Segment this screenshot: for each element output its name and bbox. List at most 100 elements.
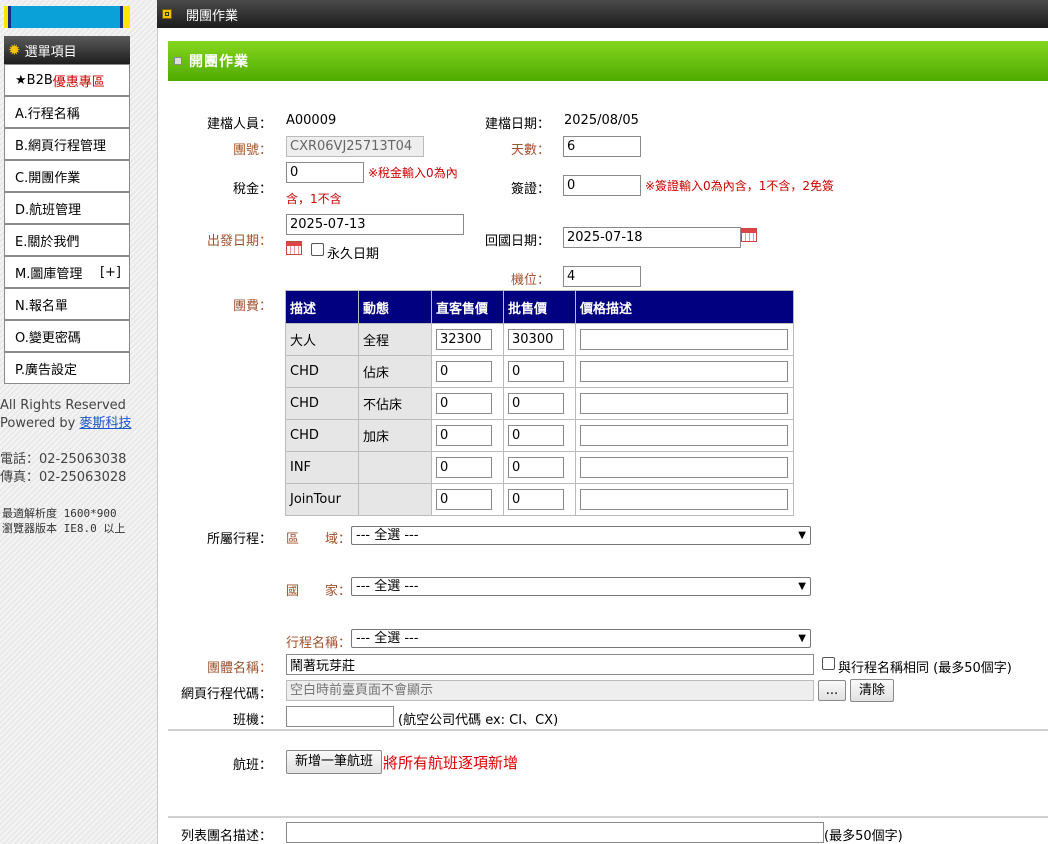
sidebar-item-web-itinerary[interactable]: B.網頁行程管理 (4, 128, 130, 160)
region-select[interactable]: --- 全選 --- ▼ (351, 526, 811, 545)
row-desc: 大人 (290, 334, 317, 349)
row-desc: JoinTour (290, 492, 341, 507)
calendar-icon[interactable] (741, 228, 757, 242)
wholesale-price-field[interactable] (508, 361, 564, 382)
top-bar: 開團作業 (157, 0, 1048, 28)
sidebar-item-label: M.圖庫管理 (15, 266, 83, 282)
column-header: 價格描述 (575, 290, 794, 324)
sidebar-item-label: ★B2B (15, 72, 53, 88)
tax-field[interactable] (286, 162, 364, 183)
table-row: CHD 加床 (285, 419, 794, 452)
creator-label: 建檔人員： (206, 117, 272, 132)
square-icon (162, 9, 172, 19)
wholesale-price-field[interactable] (508, 489, 564, 510)
price-note-field[interactable] (580, 489, 788, 510)
trip-name-select[interactable]: --- 全選 --- ▼ (351, 629, 811, 648)
retail-price-field[interactable] (436, 457, 492, 478)
create-date-value: 2025/08/05 (564, 113, 639, 128)
system-requirements: 最適解析度 1600*900 瀏覽器版本 IE8.0 以上 (2, 506, 125, 536)
add-flight-button[interactable]: 新增一筆航班 (286, 750, 382, 774)
sidebar-item-label: O.變更密碼 (15, 330, 81, 346)
column-header: 批售價 (503, 290, 576, 324)
sidebar-item-label: E.關於我們 (15, 234, 80, 250)
menu-list: ★B2B 優惠專區 A.行程名稱 B.網頁行程管理 C.開團作業 D.航班管理 E… (4, 64, 130, 384)
country-select[interactable]: --- 全選 --- ▼ (351, 577, 811, 596)
return-date-label: 回國日期： (484, 234, 550, 249)
wholesale-price-field[interactable] (508, 425, 564, 446)
sidebar-item-password[interactable]: O.變更密碼 (4, 320, 130, 352)
visa-field[interactable] (563, 175, 641, 196)
sidebar-item-itinerary[interactable]: A.行程名稱 (4, 96, 130, 128)
sidebar-item-label: P.廣告設定 (15, 362, 77, 378)
price-note-field[interactable] (580, 425, 788, 446)
sidebar-item-highlight: 優惠專區 (52, 74, 105, 90)
clear-button[interactable]: 清除 (850, 679, 894, 702)
footer-info: All Rights Reserved Powered by 麥斯科技 電話：0… (0, 397, 132, 487)
sidebar-item-open-group[interactable]: C.開團作業 (4, 160, 130, 192)
group-no-field (286, 136, 424, 157)
tax-note-line2: 含，1不含 (286, 192, 342, 206)
tax-note-line1: ※稅金輸入0為內 (368, 166, 458, 180)
gear-icon: ✹ (8, 41, 21, 59)
visa-label: 簽證： (510, 182, 550, 197)
fee-label: 團費： (232, 299, 272, 314)
expand-toggle[interactable]: [+] (100, 265, 121, 280)
list-desc-note: (最多50個字) (824, 829, 903, 844)
row-desc: INF (290, 460, 312, 475)
top-bar-title: 開團作業 (186, 8, 239, 24)
sidebar-item-registrations[interactable]: N.報名單 (4, 288, 130, 320)
seats-field[interactable] (563, 266, 641, 287)
column-header: 直客售價 (431, 290, 504, 324)
browser-text: 瀏覽器版本 IE8.0 以上 (2, 522, 126, 535)
retail-price-field[interactable] (436, 489, 492, 510)
list-desc-field[interactable] (286, 822, 824, 843)
menu-title: 選單項目 (24, 44, 77, 60)
visa-note: ※簽證輸入0為內含，1不含，2免簽 (645, 179, 834, 193)
flight-label: 航班： (232, 758, 272, 773)
retail-price-field[interactable] (436, 361, 492, 382)
permanent-date-label: 永久日期 (327, 247, 380, 262)
region-label: 區 域： (286, 532, 352, 547)
group-name-field[interactable] (286, 654, 814, 675)
wholesale-price-field[interactable] (508, 329, 564, 350)
chevron-down-icon: ▼ (798, 633, 806, 644)
days-field[interactable] (563, 136, 641, 157)
create-date-label: 建檔日期： (484, 117, 550, 132)
fax-text: 傳真：02-25063028 (0, 470, 127, 485)
sidebar-item-gallery[interactable]: M.圖庫管理 [+] (4, 256, 130, 288)
wholesale-price-field[interactable] (508, 393, 564, 414)
price-note-field[interactable] (580, 393, 788, 414)
price-note-field[interactable] (580, 457, 788, 478)
creator-value: A00009 (286, 113, 337, 128)
sidebar-item-ads[interactable]: P.廣告設定 (4, 352, 130, 384)
country-select-value: --- 全選 --- (356, 579, 419, 594)
sidebar-item-about[interactable]: E.關於我們 (4, 224, 130, 256)
web-code-field[interactable] (286, 680, 814, 701)
same-name-checkbox[interactable] (822, 657, 835, 670)
permanent-date-checkbox[interactable] (311, 243, 324, 256)
return-date-field[interactable] (563, 227, 741, 248)
vendor-link[interactable]: 麥斯科技 (80, 416, 132, 431)
table-row: CHD 佔床 (285, 355, 794, 388)
wholesale-price-field[interactable] (508, 457, 564, 478)
same-name-label: 與行程名稱相同 (最多50個字) (838, 661, 1012, 676)
calendar-icon[interactable] (286, 241, 302, 255)
retail-price-field[interactable] (436, 393, 492, 414)
country-label: 國 家： (286, 584, 352, 599)
airline-label: 班機： (232, 713, 272, 728)
retail-price-field[interactable] (436, 425, 492, 446)
sidebar-item-flights[interactable]: D.航班管理 (4, 192, 130, 224)
column-header: 描述 (285, 290, 359, 324)
airline-field[interactable] (286, 706, 394, 727)
powered-by: Powered by 麥斯科技 (0, 415, 132, 433)
row-desc: CHD (290, 396, 319, 411)
depart-date-field[interactable] (286, 214, 464, 235)
browse-button[interactable]: ... (818, 680, 846, 701)
tax-note-cont: 含，1不含 (286, 186, 342, 212)
section-title: 開團作業 (189, 54, 249, 70)
retail-price-field[interactable] (436, 329, 492, 350)
table-row: JoinTour (285, 483, 794, 516)
price-note-field[interactable] (580, 361, 788, 382)
sidebar-item-b2b[interactable]: ★B2B 優惠專區 (4, 64, 130, 96)
price-note-field[interactable] (580, 329, 788, 350)
